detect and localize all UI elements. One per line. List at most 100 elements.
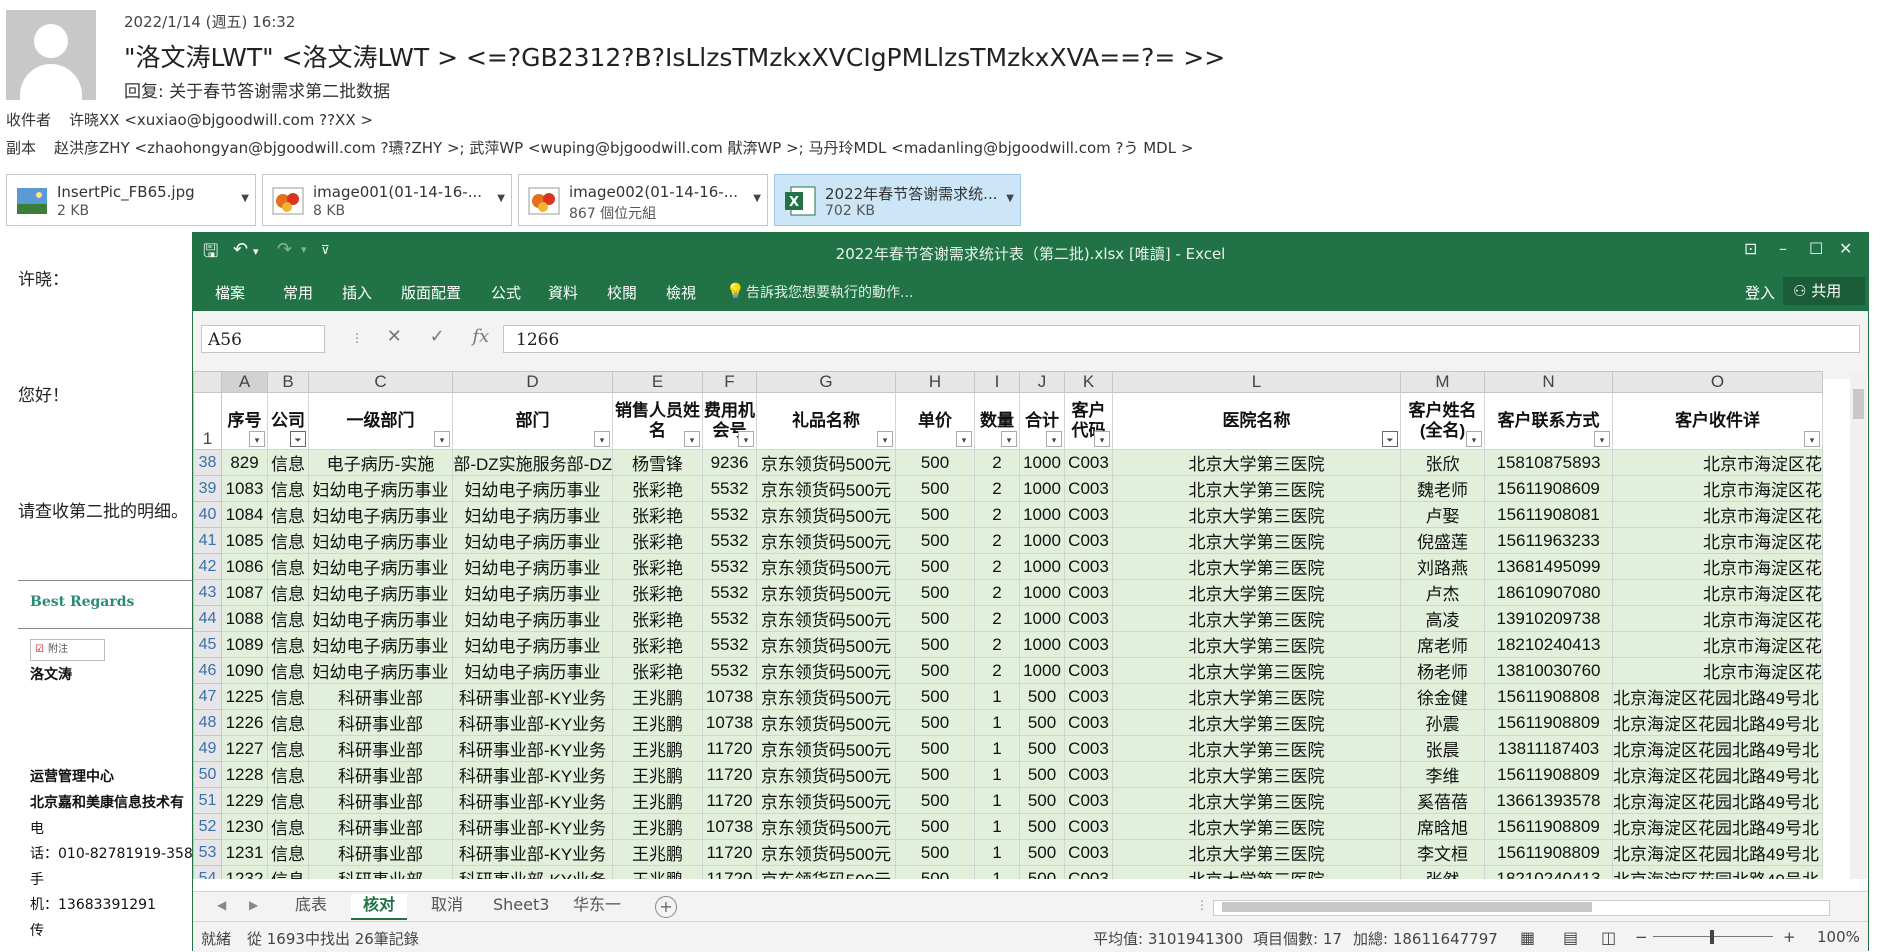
table-cell[interactable]: 科研事业部-KY业务 xyxy=(452,761,613,788)
table-cell[interactable]: 信息 xyxy=(267,865,309,879)
table-cell[interactable]: 15611908809 xyxy=(1484,709,1613,736)
table-cell[interactable]: 500 xyxy=(1019,839,1065,866)
sheet-tab[interactable]: Sheet3 xyxy=(481,894,561,918)
table-cell[interactable]: 妇幼电子病历事业 xyxy=(308,605,453,632)
table-cell[interactable]: 妇幼电子病历事业 xyxy=(308,527,453,554)
chevron-down-icon[interactable]: ▼ xyxy=(1006,193,1014,204)
table-cell[interactable]: 15611908081 xyxy=(1484,501,1613,528)
table-cell[interactable]: 1000 xyxy=(1019,631,1065,658)
table-cell[interactable]: 信息 xyxy=(267,787,309,814)
table-cell[interactable]: 500 xyxy=(895,865,975,879)
table-cell[interactable]: 北京市海淀区花 xyxy=(1612,657,1823,684)
filter-dropdown-icon[interactable]: ▾ xyxy=(738,431,754,447)
table-cell[interactable]: 妇幼电子病历事业 xyxy=(308,501,453,528)
table-cell[interactable]: 15611908809 xyxy=(1484,813,1613,840)
table-cell[interactable]: 18210240413 xyxy=(1484,865,1613,879)
table-cell[interactable]: 13811187403 xyxy=(1484,735,1613,762)
table-cell[interactable]: 妇幼电子病历事业 xyxy=(452,475,613,502)
table-cell[interactable]: 北京大学第三医院 xyxy=(1112,475,1401,502)
table-cell[interactable]: 京东领货码500元 xyxy=(756,787,896,814)
table-cell[interactable]: 9236 xyxy=(702,449,757,476)
scroll-thumb[interactable] xyxy=(1222,902,1592,912)
table-cell[interactable]: 妇幼电子病历事业 xyxy=(308,553,453,580)
table-cell[interactable]: 张彩艳 xyxy=(612,657,703,684)
table-cell[interactable]: 1 xyxy=(974,813,1020,840)
table-cell[interactable]: 科研事业部 xyxy=(308,839,453,866)
table-cell[interactable]: 信息 xyxy=(267,657,309,684)
table-cell[interactable]: 北京市海淀区花 xyxy=(1612,579,1823,606)
table-cell[interactable]: 500 xyxy=(895,475,975,502)
column-header[interactable]: I xyxy=(974,371,1020,393)
table-cell[interactable]: 京东领货码500元 xyxy=(756,501,896,528)
row-header[interactable]: 45 xyxy=(193,631,222,658)
column-title-cell[interactable]: 客户代码 ▾ xyxy=(1064,392,1113,450)
filter-dropdown-icon[interactable]: ▾ xyxy=(434,431,450,447)
table-cell[interactable]: 1 xyxy=(974,839,1020,866)
table-cell[interactable]: 2 xyxy=(974,449,1020,476)
table-cell[interactable]: 500 xyxy=(1019,787,1065,814)
table-cell[interactable]: 2 xyxy=(974,475,1020,502)
table-cell[interactable]: 1 xyxy=(974,865,1020,879)
table-cell[interactable]: 王兆鹏 xyxy=(612,787,703,814)
table-cell[interactable]: 北京大学第三医院 xyxy=(1112,605,1401,632)
column-header[interactable]: G xyxy=(756,371,896,393)
table-cell[interactable]: 15611908809 xyxy=(1484,839,1613,866)
column-header[interactable]: F xyxy=(702,371,757,393)
table-cell[interactable]: 北京市海淀区花 xyxy=(1612,553,1823,580)
table-cell[interactable]: 北京海淀区花园北路49号北 xyxy=(1612,839,1823,866)
column-title-cell[interactable]: 客户姓名(全名) ▾ xyxy=(1400,392,1485,450)
table-cell[interactable]: 妇幼电子病历事业 xyxy=(452,501,613,528)
table-cell[interactable]: 张彩艳 xyxy=(612,527,703,554)
row-header[interactable]: 50 xyxy=(193,761,222,788)
chevron-down-icon[interactable]: ▼ xyxy=(241,193,249,204)
table-cell[interactable]: C003 xyxy=(1064,683,1113,710)
zoom-out-icon[interactable]: − xyxy=(1635,928,1648,946)
table-cell[interactable]: 北京大学第三医院 xyxy=(1112,865,1401,879)
table-cell[interactable]: 1232 xyxy=(221,865,268,879)
row-header[interactable]: 42 xyxy=(193,553,222,580)
attachment-item[interactable]: image002(01-14-16-... 867 個位元組 ▼ xyxy=(518,174,768,226)
table-cell[interactable]: C003 xyxy=(1064,865,1113,879)
table-cell[interactable]: 11720 xyxy=(702,761,757,788)
column-header[interactable]: N xyxy=(1484,371,1613,393)
table-cell[interactable]: 829 xyxy=(221,449,268,476)
table-cell[interactable]: 500 xyxy=(1019,735,1065,762)
table-cell[interactable]: 北京市海淀区花 xyxy=(1612,449,1823,476)
table-cell[interactable]: C003 xyxy=(1064,761,1113,788)
table-cell[interactable]: 1 xyxy=(974,709,1020,736)
column-header[interactable]: J xyxy=(1019,371,1065,393)
row-header[interactable]: 49 xyxy=(193,735,222,762)
table-cell[interactable]: 1000 xyxy=(1019,605,1065,632)
filter-active-icon[interactable]: ⏷ xyxy=(290,431,306,447)
table-cell[interactable]: C003 xyxy=(1064,657,1113,684)
table-cell[interactable]: 15611908609 xyxy=(1484,475,1613,502)
table-cell[interactable]: 妇幼电子病历事业 xyxy=(452,527,613,554)
table-cell[interactable]: C003 xyxy=(1064,813,1113,840)
row-header[interactable]: 40 xyxy=(193,501,222,528)
table-cell[interactable]: 北京大学第三医院 xyxy=(1112,683,1401,710)
zoom-in-icon[interactable]: + xyxy=(1783,928,1796,946)
table-cell[interactable]: 15810875893 xyxy=(1484,449,1613,476)
table-cell[interactable]: 北京海淀区花园北路49号北 xyxy=(1612,787,1823,814)
column-title-cell[interactable]: 合计 ▾ xyxy=(1019,392,1065,450)
row-header[interactable]: 51 xyxy=(193,787,222,814)
column-header[interactable]: B xyxy=(267,371,309,393)
table-cell[interactable]: C003 xyxy=(1064,501,1113,528)
column-title-cell[interactable]: 客户联系方式 ▾ xyxy=(1484,392,1613,450)
table-cell[interactable]: 1226 xyxy=(221,709,268,736)
table-cell[interactable]: 京东领货码500元 xyxy=(756,579,896,606)
tab-view[interactable]: 檢視 xyxy=(666,282,696,303)
table-cell[interactable]: 信息 xyxy=(267,553,309,580)
table-cell[interactable]: 1083 xyxy=(221,475,268,502)
page-layout-view-icon[interactable]: ▤ xyxy=(1563,928,1578,947)
table-cell[interactable]: 11720 xyxy=(702,865,757,879)
table-cell[interactable]: 1000 xyxy=(1019,501,1065,528)
table-cell[interactable]: 魏老师 xyxy=(1400,475,1485,502)
table-cell[interactable]: 北京海淀区花园北路49号北 xyxy=(1612,865,1823,879)
table-cell[interactable]: 科研事业部-KY业务 xyxy=(452,839,613,866)
table-cell[interactable]: 1 xyxy=(974,683,1020,710)
table-cell[interactable]: 张彩艳 xyxy=(612,631,703,658)
table-cell[interactable]: 500 xyxy=(1019,761,1065,788)
table-cell[interactable]: 科研事业部 xyxy=(308,813,453,840)
table-cell[interactable]: C003 xyxy=(1064,631,1113,658)
